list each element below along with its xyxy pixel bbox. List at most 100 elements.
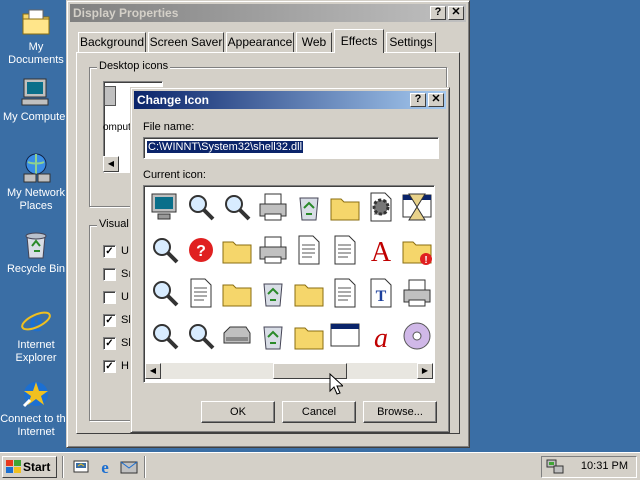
notepad-icon[interactable] [328,276,364,312]
font-a-icon[interactable]: A [364,233,400,269]
computer-icon [104,86,116,106]
desktop-icon-label: My Documents [8,41,64,66]
visual-checkbox-label: U [121,291,129,303]
desktop-icon-label: Recycle Bin [6,263,66,275]
connect-icon [20,378,52,410]
folder-tools-icon[interactable] [220,233,256,269]
folder-error-icon[interactable]: ! [400,233,436,269]
printer-network-icon[interactable] [256,233,292,269]
printer-icon[interactable] [256,190,292,226]
taskbar-divider [144,456,146,478]
tab-effects[interactable]: Effects [334,29,384,53]
help-button[interactable]: ? [410,93,426,107]
text-document-icon[interactable] [328,233,364,269]
hourglass-window-icon[interactable] [400,190,436,226]
help-button[interactable]: ? [430,6,446,20]
file-name-input[interactable]: C:\WINNT\System32\shell32.dll [143,137,439,159]
windows-logo-icon [6,460,21,473]
cancel-button[interactable]: Cancel [282,401,356,423]
svg-text:a: a [374,323,388,353]
ok-button[interactable]: OK [201,401,275,423]
cd-drive-icon[interactable] [400,319,436,355]
desktop-icon-my-computer[interactable]: My Computer [0,76,72,124]
desktop-icon-label: Internet Explorer [15,339,57,364]
visual-checkbox-1[interactable]: ✓ [103,245,116,258]
window-settings-icon[interactable] [328,319,364,355]
visual-checkbox-4[interactable]: ✓ [103,314,116,327]
folder-arrow-icon[interactable] [292,276,328,312]
icon-grid-scrollbar[interactable]: ◀ ▶ [145,363,433,379]
tab-web[interactable]: Web [296,32,332,52]
svg-text:e: e [101,458,109,476]
close-button[interactable]: ✕ [428,93,444,107]
file-name-label: File name: [143,121,195,133]
show-desktop-icon[interactable] [72,458,90,476]
browse-button[interactable]: Browse... [363,401,437,423]
find-computer-icon[interactable] [148,233,184,269]
taskbar-divider [62,456,64,478]
scroll-left-button[interactable]: ◀ [145,363,161,379]
find-document-icon[interactable] [184,319,220,355]
tab-settings[interactable]: Settings [386,32,436,52]
tab-appearance[interactable]: Appearance [226,32,294,52]
file-name-value: C:\WINNT\System32\shell32.dll [147,141,304,153]
taskbar: Start e 10:31 PM [0,452,640,480]
close-button[interactable]: ✕ [448,6,464,20]
tab-screen-saver[interactable]: Screen Saver [148,32,224,52]
desktop-icon-label: Connect to the Internet [0,413,72,438]
monitor-search-icon[interactable] [220,190,256,226]
display-properties-titlebar[interactable]: Display Properties ? ✕ [70,4,466,22]
svg-text:e: e [29,305,42,336]
desktop-icon-recycle-bin[interactable]: Recycle Bin [0,228,72,276]
network-tray-icon[interactable] [546,459,564,475]
visual-checkbox-3[interactable] [103,291,116,304]
network-computer-icon[interactable] [148,190,184,226]
start-label: Start [23,460,51,474]
desktop-icon-internet-explorer[interactable]: e Internet Explorer [0,304,72,365]
computer-icon [20,76,52,108]
drive-folder-icon[interactable] [220,276,256,312]
visual-checkbox-label: U [121,245,129,257]
visual-checkbox-2[interactable] [103,268,116,281]
visual-checkbox-6[interactable]: ✓ [103,360,116,373]
system-tray: 10:31 PM [541,456,637,478]
change-icon-dialog: Change Icon ? ✕ File name: C:\WINNT\Syst… [130,87,450,433]
dialog-title: Change Icon [137,93,210,107]
desktop-icon-label: My Computer [2,111,70,123]
desktop-icon-my-documents[interactable]: My Documents [0,6,72,67]
clock[interactable]: 10:31 PM [581,460,628,472]
visual-checkbox-5[interactable]: ✓ [103,337,116,350]
tab-background[interactable]: Background [78,32,146,52]
icon-grid[interactable]: ? A! Ta ◀ ▶ [143,185,435,383]
visual-checkbox-label: H [121,360,129,372]
help-disk-icon[interactable]: ? [184,233,220,269]
scroll-left-button[interactable]: ◀ [103,156,119,172]
scroll-right-button[interactable]: ▶ [417,363,433,379]
visual-effects-group-label: Visual [97,218,131,230]
desktop-icon-network-places[interactable]: My Network Places [0,152,72,213]
font-italic-a-icon[interactable]: a [364,319,400,355]
find-computer-2-icon[interactable] [148,319,184,355]
settings-document-icon[interactable] [364,190,400,226]
desktop-icon-connect[interactable]: Connect to the Internet [0,378,72,439]
recycle-bin-icon[interactable] [256,276,292,312]
recycle-bin-full-icon[interactable] [292,190,328,226]
start-button[interactable]: Start [2,456,57,478]
change-icon-titlebar[interactable]: Change Icon ? ✕ [134,91,446,109]
outlook-icon[interactable] [120,458,138,476]
folder-settings-icon[interactable] [328,190,364,226]
desktop-icons-group-label: Desktop icons [97,60,171,72]
recycle-bin-empty-icon[interactable] [256,319,292,355]
network-icon [20,152,52,184]
document-copy-icon[interactable] [292,233,328,269]
find-icon[interactable] [148,276,184,312]
computer-search-icon[interactable] [184,190,220,226]
folder-open-icon[interactable] [292,319,328,355]
truetype-font-icon[interactable]: T [364,276,400,312]
recycle-bin-icon [20,228,52,260]
drive-icon[interactable] [220,319,256,355]
folder-icon [20,6,52,38]
window-printer-icon[interactable] [400,276,436,312]
ie-icon[interactable]: e [96,458,114,476]
blank-document-icon[interactable] [184,276,220,312]
